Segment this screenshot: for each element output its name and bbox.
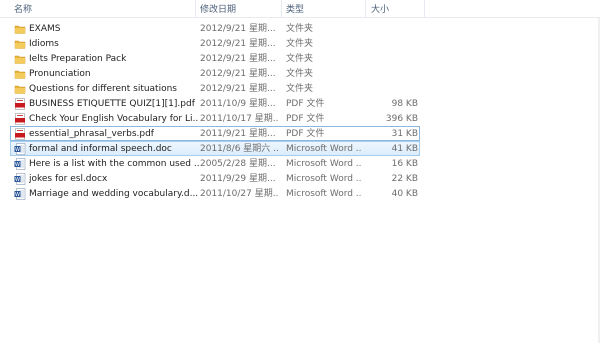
file-row[interactable]: Ielts Preparation Pack 2012/9/21 星期... 文件夹: [10, 51, 420, 66]
pdf-icon: [14, 98, 26, 110]
file-name: Check Your English Vocabulary for Li...: [29, 114, 199, 124]
word-icon: W: [14, 173, 26, 185]
file-type: 文件夹: [286, 54, 314, 64]
svg-text:W: W: [15, 162, 20, 168]
file-name: Ielts Preparation Pack: [29, 54, 127, 64]
file-name: jokes for esl.docx: [29, 174, 108, 184]
file-size: 31 KB: [391, 129, 418, 139]
file-size: 16 KB: [391, 159, 418, 169]
file-date: 2012/9/21 星期...: [200, 39, 276, 49]
column-divider[interactable]: [195, 0, 196, 17]
svg-text:W: W: [15, 147, 20, 153]
file-name: EXAMS: [29, 24, 61, 34]
file-type: Microsoft Word ...: [286, 144, 362, 154]
file-size: 40 KB: [391, 189, 418, 199]
file-row[interactable]: Wjokes for esl.docx 2011/9/29 星期... Micros…: [10, 171, 420, 186]
file-type: 文件夹: [286, 69, 314, 79]
svg-text:W: W: [15, 192, 20, 198]
file-row[interactable]: W Here is a list with the common used ...…: [10, 156, 420, 171]
file-date: 2011/10/17 星期...: [200, 114, 278, 124]
word-icon: W: [14, 188, 26, 200]
folder-icon: [14, 23, 26, 35]
file-date: 2012/9/21 星期...: [200, 24, 276, 34]
file-name: Marriage and wedding vocabulary.d...: [29, 189, 199, 199]
file-date: 2011/10/27 星期...: [200, 189, 278, 199]
column-divider[interactable]: [424, 0, 425, 17]
file-date: 2005/2/28 星期...: [200, 159, 276, 169]
folder-icon: [14, 53, 26, 65]
file-row[interactable]: Pronunciation 2012/9/21 星期... 文件夹: [10, 66, 420, 81]
file-name: Here is a list with the common used ...: [29, 159, 199, 169]
file-date: 2011/10/9 星期...: [200, 99, 276, 109]
column-header-size[interactable]: 大小: [371, 2, 389, 15]
file-name: Pronunciation: [29, 69, 91, 79]
pdf-icon: [14, 113, 26, 125]
file-row[interactable]: EXAMS 2012/9/21 星期... 文件夹: [10, 21, 420, 36]
file-date: 2012/9/21 星期...: [200, 84, 276, 94]
file-row[interactable]: Questions for different situations 2012/9…: [10, 81, 420, 96]
file-type: 文件夹: [286, 84, 314, 94]
file-type: Microsoft Word ...: [286, 159, 362, 169]
file-date: 2011/8/6 星期六 ...: [200, 144, 278, 154]
file-row[interactable]: essential_phrasal_verbs.pdf 2011/9/21 星期.…: [10, 126, 420, 141]
file-size: 396 KB: [385, 114, 418, 124]
file-row[interactable]: Idioms 2012/9/21 星期... 文件夹: [10, 36, 420, 51]
file-name: formal and informal speech.doc: [29, 144, 172, 154]
file-type: PDF 文件: [286, 99, 325, 109]
file-name: Idioms: [29, 39, 59, 49]
file-type: 文件夹: [286, 39, 314, 49]
word-icon: W: [14, 143, 26, 155]
folder-icon: [14, 38, 26, 50]
file-date: 2012/9/21 星期...: [200, 54, 276, 64]
file-size: 98 KB: [391, 99, 418, 109]
file-type: Microsoft Word ...: [286, 174, 362, 184]
column-header-bar: ⌃ 名称 修改日期 类型 大小: [0, 0, 600, 18]
file-type: 文件夹: [286, 24, 314, 34]
file-list-view: ⌃ 名称 修改日期 类型 大小 EXAMS 2012/9/21 星期... 文件夹 I…: [0, 0, 600, 343]
column-header-name[interactable]: 名称: [14, 2, 32, 15]
folder-icon: [14, 83, 26, 95]
file-type: PDF 文件: [286, 114, 325, 124]
file-row[interactable]: Check Your English Vocabulary for Li... 2…: [10, 111, 420, 126]
word-icon: W: [14, 158, 26, 170]
file-type: Microsoft Word ...: [286, 189, 362, 199]
file-row[interactable]: Wformal and informal speech.doc 2011/8/6 …: [10, 141, 420, 156]
file-name: Questions for different situations: [29, 84, 177, 94]
file-name: essential_phrasal_verbs.pdf: [29, 129, 154, 139]
column-divider[interactable]: [281, 0, 282, 17]
file-row[interactable]: BUSINESS ETIQUETTE QUIZ[1][1].pdf 2011/10…: [10, 96, 420, 111]
file-size: 22 KB: [391, 174, 418, 184]
column-header-type[interactable]: 类型: [286, 2, 304, 15]
sort-caret-icon: ⌃: [97, 0, 104, 5]
pdf-icon: [14, 128, 26, 140]
svg-text:W: W: [15, 177, 20, 183]
file-rows: EXAMS 2012/9/21 星期... 文件夹 Idioms 2012/9/21 星…: [0, 21, 600, 201]
file-date: 2011/9/21 星期...: [200, 129, 276, 139]
folder-icon: [14, 68, 26, 80]
column-header-date[interactable]: 修改日期: [200, 2, 236, 15]
file-row[interactable]: W Marriage and wedding vocabulary.d... 201…: [10, 186, 420, 201]
file-date: 2011/9/29 星期...: [200, 174, 276, 184]
file-name: BUSINESS ETIQUETTE QUIZ[1][1].pdf: [29, 99, 195, 109]
column-divider[interactable]: [365, 0, 366, 17]
file-size: 41 KB: [391, 144, 418, 154]
file-date: 2012/9/21 星期...: [200, 69, 276, 79]
file-type: PDF 文件: [286, 129, 325, 139]
